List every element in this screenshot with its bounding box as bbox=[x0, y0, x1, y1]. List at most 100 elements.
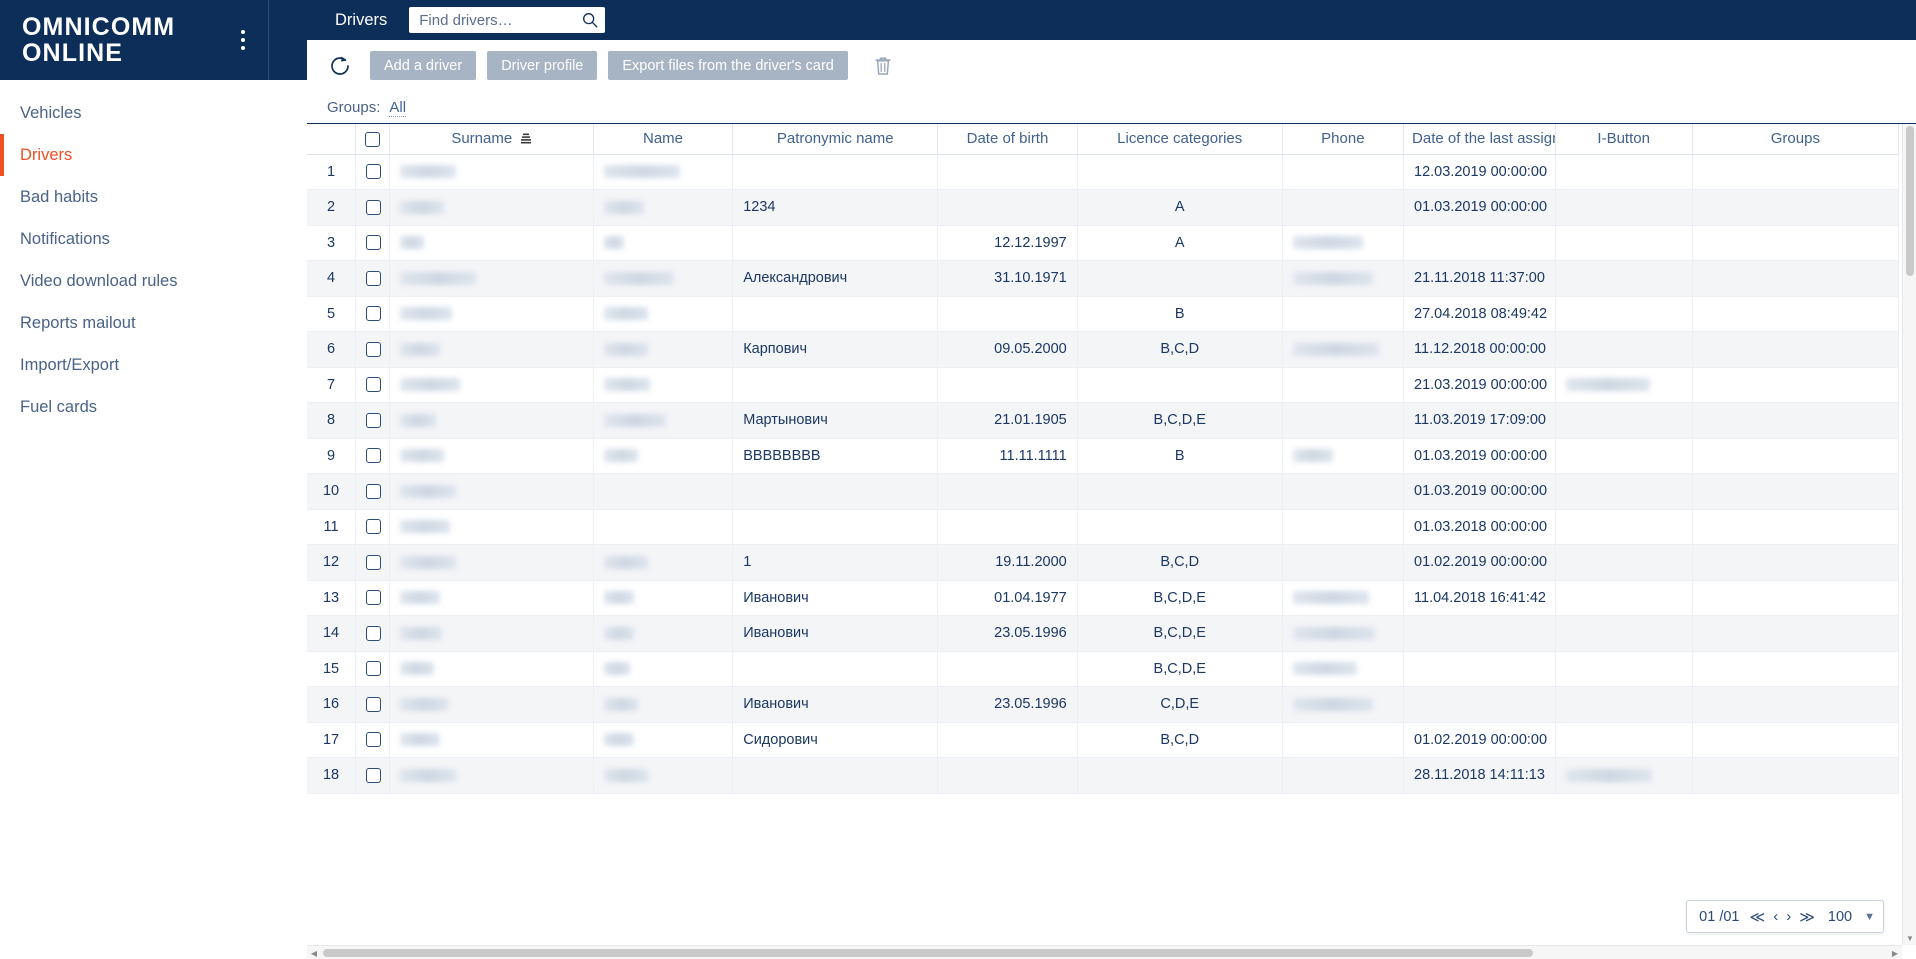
row-checkbox[interactable] bbox=[366, 590, 382, 606]
brand-logo: OMNICOMM ONLINE bbox=[22, 14, 175, 66]
row-checkbox[interactable] bbox=[366, 270, 382, 286]
table-row[interactable]: 2 1234 A 01.03.2019 00:00:00 bbox=[307, 189, 1900, 226]
column-header-licence-categories[interactable]: Licence categories bbox=[1077, 124, 1283, 155]
table-row[interactable]: 16 Иванович 23.05.1996 C,D,E bbox=[307, 686, 1900, 723]
groups-filter-value[interactable]: All bbox=[389, 99, 407, 117]
row-checkbox[interactable] bbox=[366, 554, 382, 570]
table-row[interactable]: 5 B 27.04.2018 08:49:42 bbox=[307, 296, 1900, 332]
redacted-value bbox=[1565, 378, 1650, 392]
table-row[interactable]: 9 BBBBBBBB 11.11.1111 B 01.03.2019 00:00:00 bbox=[307, 438, 1900, 474]
vertical-scroll-thumb[interactable] bbox=[1906, 126, 1914, 276]
redacted-value bbox=[603, 733, 634, 747]
row-checkbox[interactable] bbox=[366, 696, 382, 712]
sidebar-item-bad-habits[interactable]: Bad habits bbox=[0, 176, 307, 218]
row-checkbox[interactable] bbox=[366, 341, 382, 357]
row-checkbox[interactable] bbox=[366, 625, 382, 641]
sidebar-item-vehicles[interactable]: Vehicles bbox=[0, 92, 307, 134]
chevron-down-icon[interactable]: ▼ bbox=[1864, 911, 1875, 923]
refresh-icon[interactable] bbox=[327, 53, 353, 79]
kebab-menu-icon[interactable] bbox=[241, 30, 245, 50]
table-row[interactable]: 17 Сидорович B,C,D 01.02.2019 00:00:00 bbox=[307, 722, 1900, 758]
row-checkbox[interactable] bbox=[366, 377, 382, 393]
cell-phone bbox=[1282, 438, 1405, 474]
column-header-name[interactable]: Name bbox=[593, 124, 734, 155]
search-input[interactable] bbox=[409, 7, 606, 33]
scroll-right-arrow-icon[interactable]: ▶ bbox=[1888, 946, 1902, 959]
table-row[interactable]: 12 1 19.11.2000 B,C,D 01.02.2019 00:00:00 bbox=[307, 544, 1900, 581]
redacted-value bbox=[1565, 768, 1652, 782]
cell-date-of-birth: 31.10.1971 bbox=[937, 260, 1078, 297]
table-row[interactable]: 4 Александрович 31.10.1971 21.11.2018 11:37… bbox=[307, 260, 1900, 297]
sidebar-item-drivers[interactable]: Drivers bbox=[0, 134, 307, 176]
row-checkbox[interactable] bbox=[366, 767, 382, 783]
sidebar-item-label: Video download rules bbox=[20, 271, 178, 290]
scroll-down-arrow-icon[interactable]: ▼ bbox=[1903, 931, 1916, 945]
row-checkbox[interactable] bbox=[366, 483, 382, 499]
column-header-date-of-birth[interactable]: Date of birth bbox=[937, 124, 1078, 155]
table-row[interactable]: 6 Карпович 09.05.2000 B,C,D 11.12.2018 00:00… bbox=[307, 331, 1900, 368]
cell-patronymic: Александрович bbox=[732, 260, 939, 297]
last-page-button[interactable]: ≫ bbox=[1798, 908, 1816, 926]
driver-profile-button[interactable]: Driver profile bbox=[487, 51, 598, 80]
row-checkbox[interactable] bbox=[366, 199, 382, 215]
row-checkbox[interactable] bbox=[366, 661, 382, 677]
table-row[interactable]: 18 28.11.2018 14:11:13 bbox=[307, 757, 1900, 794]
table-row[interactable]: 3 12.12.1997 A bbox=[307, 225, 1900, 261]
cell-surname bbox=[389, 296, 594, 332]
add-driver-button[interactable]: Add a driver bbox=[370, 51, 477, 80]
trash-icon[interactable] bbox=[869, 52, 897, 80]
sidebar-item-import-export[interactable]: Import/Export bbox=[0, 344, 307, 386]
horizontal-scrollbar[interactable]: ◀ ▶ bbox=[307, 945, 1902, 959]
cell-name bbox=[593, 438, 734, 474]
vertical-scrollbar[interactable]: ▲ ▼ bbox=[1902, 124, 1916, 945]
cell-surname bbox=[389, 757, 594, 794]
column-header-ibutton[interactable]: I-Button bbox=[1555, 124, 1693, 155]
table-row[interactable]: 7 21.03.2019 00:00:00 bbox=[307, 367, 1900, 403]
brand-header: OMNICOMM ONLINE bbox=[0, 0, 307, 80]
table-row[interactable]: 13 Иванович 01.04.1977 B,C,D,E 11.04.2018 16… bbox=[307, 580, 1900, 616]
table-row[interactable]: 1 12.03.2019 00:00:00 bbox=[307, 154, 1900, 190]
export-driver-card-files-button[interactable]: Export files from the driver's card bbox=[608, 51, 848, 80]
table-row[interactable]: 11 01.03.2018 00:00:00 bbox=[307, 509, 1900, 545]
row-checkbox[interactable] bbox=[366, 732, 382, 748]
cell-groups bbox=[1692, 225, 1900, 261]
first-page-button[interactable]: ≪ bbox=[1749, 908, 1767, 926]
row-checkbox-cell bbox=[355, 509, 390, 545]
cell-date-of-birth: 23.05.1996 bbox=[937, 686, 1078, 723]
table-row[interactable]: 14 Иванович 23.05.1996 B,C,D,E bbox=[307, 615, 1900, 652]
column-header-last-assignment[interactable]: Date of the last assignm bbox=[1403, 124, 1556, 155]
row-checkbox[interactable] bbox=[366, 412, 382, 428]
cell-groups bbox=[1692, 615, 1900, 652]
column-header-groups[interactable]: Groups bbox=[1692, 124, 1900, 155]
sidebar-item-label: Import/Export bbox=[20, 355, 120, 374]
previous-page-button[interactable]: ‹ bbox=[1772, 908, 1779, 925]
sidebar-item-reports-mailout[interactable]: Reports mailout bbox=[0, 302, 307, 344]
column-header-surname[interactable]: Surname bbox=[389, 124, 594, 155]
column-header-phone[interactable]: Phone bbox=[1282, 124, 1405, 155]
cell-date-of-birth bbox=[937, 189, 1078, 226]
cell-patronymic: 1 bbox=[732, 544, 939, 581]
page-size-value[interactable]: 100 bbox=[1828, 909, 1852, 925]
select-all-checkbox[interactable] bbox=[364, 131, 380, 147]
row-checkbox[interactable] bbox=[366, 448, 382, 464]
row-checkbox[interactable] bbox=[366, 306, 382, 322]
row-checkbox-cell bbox=[355, 402, 390, 439]
sidebar-item-video-download-rules[interactable]: Video download rules bbox=[0, 260, 307, 302]
cell-patronymic bbox=[732, 473, 939, 510]
horizontal-scroll-thumb[interactable] bbox=[323, 949, 1533, 957]
cell-patronymic: Иванович bbox=[732, 615, 939, 652]
next-page-button[interactable]: › bbox=[1785, 908, 1792, 925]
cell-phone bbox=[1282, 651, 1405, 687]
sidebar-item-fuel-cards[interactable]: Fuel cards bbox=[0, 386, 307, 428]
table-row[interactable]: 10 01.03.2019 00:00:00 bbox=[307, 473, 1900, 510]
row-checkbox[interactable] bbox=[366, 519, 382, 535]
table-row[interactable]: 15 B,C,D,E bbox=[307, 651, 1900, 687]
cell-groups bbox=[1692, 402, 1900, 439]
column-header-patronymic[interactable]: Patronymic name bbox=[732, 124, 939, 155]
table-row[interactable]: 8 Мартынович 21.01.1905 B,C,D,E 11.03.2019 1… bbox=[307, 402, 1900, 439]
row-checkbox[interactable] bbox=[366, 235, 382, 251]
row-checkbox[interactable] bbox=[366, 164, 382, 180]
sidebar-item-notifications[interactable]: Notifications bbox=[0, 218, 307, 260]
cell-date-of-birth bbox=[937, 722, 1078, 758]
scroll-left-arrow-icon[interactable]: ◀ bbox=[307, 946, 321, 959]
